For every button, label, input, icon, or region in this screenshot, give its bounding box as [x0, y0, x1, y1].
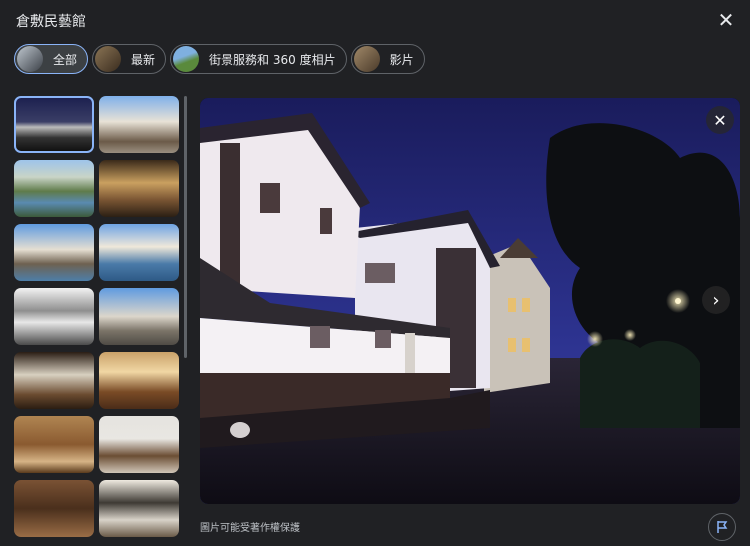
photo-thumbnail[interactable] [99, 224, 179, 281]
viewer-close-icon[interactable]: ✕ [706, 106, 734, 134]
chip-label: 全部 [53, 52, 78, 67]
chip-thumbnail [17, 46, 43, 72]
filter-chip-latest[interactable]: 最新 [92, 44, 167, 74]
photo-thumbnail-selected[interactable] [14, 96, 94, 153]
filter-chips: 全部 最新 街景服務和 360 度相片 影片 [14, 44, 425, 74]
chip-thumbnail [95, 46, 122, 72]
photo-thumbnail[interactable] [14, 352, 94, 409]
photo-thumbnail[interactable] [99, 160, 179, 217]
photo-thumbnail[interactable] [99, 416, 179, 473]
photo-thumbnail[interactable] [99, 352, 179, 409]
chip-label: 街景服務和 360 度相片 [209, 52, 336, 67]
photo-thumbnail[interactable] [99, 288, 179, 345]
filter-chip-all[interactable]: 全部 [14, 44, 89, 74]
photo-thumbnail[interactable] [99, 480, 179, 537]
photo-thumbnail[interactable] [14, 480, 94, 537]
flag-icon-glyph [717, 521, 728, 533]
flag-icon[interactable] [708, 513, 736, 541]
photo-thumbnail[interactable] [14, 224, 94, 281]
photo-viewer: ✕ › [200, 98, 740, 504]
main-photo [200, 98, 740, 504]
chip-thumbnail [173, 46, 200, 72]
chip-thumbnail [353, 46, 380, 72]
chevron-right-icon[interactable]: › [702, 286, 730, 314]
photo-thumbnail[interactable] [14, 416, 94, 473]
filter-chip-street-view[interactable]: 街景服務和 360 度相片 [170, 44, 347, 74]
chip-label: 最新 [131, 52, 156, 67]
close-icon[interactable]: ✕ [714, 8, 738, 32]
photo-thumbnail[interactable] [99, 96, 179, 153]
thumbnail-scrollbar[interactable] [184, 96, 187, 358]
photo-thumbnail[interactable] [14, 288, 94, 345]
filter-chip-videos[interactable]: 影片 [350, 44, 425, 74]
place-title: 倉敷民藝館 [16, 14, 86, 30]
photo-thumbnail-list[interactable] [14, 96, 180, 546]
photo-thumbnail[interactable] [14, 160, 94, 217]
chip-label: 影片 [389, 52, 414, 67]
copyright-notice: 圖片可能受著作權保護 [200, 523, 300, 534]
